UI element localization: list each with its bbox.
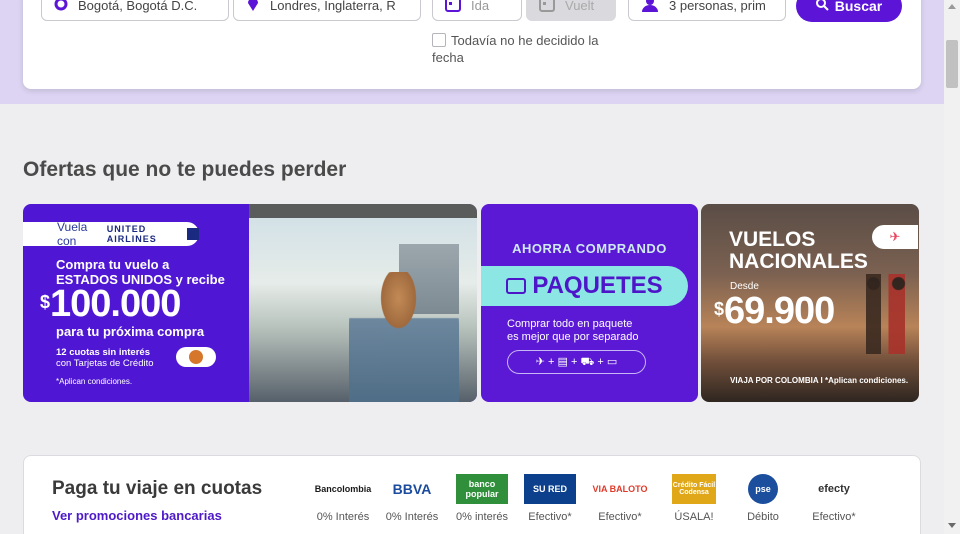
national-flights-title: VUELOS NACIONALES bbox=[729, 229, 868, 273]
united-cuotas-2: con Tarjetas de Crédito bbox=[56, 358, 154, 369]
payment-method: pse Débito bbox=[731, 474, 795, 523]
return-placeholder: Vuelt bbox=[565, 0, 595, 13]
payment-method: Crédito Fácil Codensa ÚSALA! bbox=[662, 474, 726, 523]
united-tag: Vuela con UNITED AIRLINES bbox=[23, 220, 199, 248]
calendar-icon bbox=[539, 0, 555, 15]
payment-logo: pse bbox=[748, 474, 778, 504]
scroll-down-arrow-icon[interactable] bbox=[948, 523, 956, 528]
united-airlines-logo: UNITED AIRLINES bbox=[106, 224, 157, 244]
national-currency: $ bbox=[714, 299, 725, 319]
suitcase-icon bbox=[506, 278, 527, 294]
united-offer-banner[interactable]: Vuela con UNITED AIRLINES Compra tu vuel… bbox=[23, 204, 477, 402]
offers-section-title: Ofertas que no te puedes perder bbox=[23, 158, 347, 181]
payment-label: ÚSALA! bbox=[674, 511, 714, 523]
packages-components-icons: ✈ + ▤ + ⛟ + ▭ bbox=[507, 350, 646, 374]
national-footer: VIAJA POR COLOMBIA I *Aplican condicione… bbox=[730, 376, 909, 385]
scrollbar-thumb[interactable] bbox=[946, 40, 958, 88]
payment-logo: Bancolombia bbox=[314, 484, 372, 494]
search-button[interactable]: Buscar bbox=[796, 0, 902, 22]
packages-text-2: es mejor que por separado bbox=[507, 331, 639, 343]
destination-input[interactable]: Londres, Inglaterra, R bbox=[233, 0, 421, 21]
packages-heading: AHORRA COMPRANDO bbox=[512, 241, 667, 256]
payment-logo: efecty bbox=[818, 483, 850, 495]
packages-text-1: Comprar todo en paquete bbox=[507, 318, 633, 330]
payment-label: Débito bbox=[747, 511, 779, 523]
traveler-photo bbox=[249, 204, 477, 402]
payment-method: banco popular 0% interés bbox=[450, 474, 514, 523]
passengers-input[interactable]: 3 personas, prim bbox=[628, 0, 786, 21]
origin-input[interactable]: Bogotá, Bogotá D.C. bbox=[41, 0, 229, 21]
packages-title: PAQUETES bbox=[532, 272, 663, 299]
scroll-up-arrow-icon[interactable] bbox=[948, 4, 956, 9]
bank-promotions-link[interactable]: Ver promociones bancarias bbox=[52, 508, 222, 523]
packages-offer-banner[interactable]: AHORRA COMPRANDO PAQUETES Comprar todo e… bbox=[481, 204, 698, 402]
departure-placeholder: Ida bbox=[471, 0, 490, 13]
national-price: $69.900 bbox=[714, 290, 835, 333]
passengers-value: 3 personas, prim bbox=[669, 0, 766, 13]
payments-card: Paga tu viaje en cuotas Ver promociones … bbox=[23, 455, 921, 534]
united-amount-value: 100.000 bbox=[50, 283, 181, 325]
undecided-label: Todavía no he decidido la fecha bbox=[432, 33, 599, 65]
payment-label: 0% Interés bbox=[316, 511, 370, 523]
national-title-2: NACIONALES bbox=[729, 250, 868, 273]
payment-method: VIA BALOTO Efectivo* bbox=[588, 474, 652, 523]
search-card: Bogotá, Bogotá D.C. Londres, Inglaterra,… bbox=[23, 0, 921, 89]
departure-date-input[interactable]: Ida bbox=[432, 0, 522, 21]
search-band: Bogotá, Bogotá D.C. Londres, Inglaterra,… bbox=[0, 0, 944, 104]
page-scrollbar[interactable] bbox=[944, 0, 960, 534]
person-shape bbox=[349, 272, 459, 402]
search-button-label: Buscar bbox=[834, 0, 883, 14]
united-globe-icon bbox=[187, 228, 199, 240]
payment-logo: banco popular bbox=[456, 474, 508, 504]
united-line-1: Compra tu vuelo a bbox=[56, 257, 170, 272]
national-title-1: VUELOS bbox=[729, 228, 816, 251]
payment-method: SU RED Efectivo* bbox=[518, 474, 582, 523]
payment-label: 0% interés bbox=[456, 511, 508, 523]
search-icon bbox=[815, 0, 829, 14]
payment-label: Efectivo* bbox=[812, 511, 856, 523]
packages-text: Comprar todo en paquete es mejor que por… bbox=[507, 318, 638, 344]
couple-silhouette bbox=[861, 274, 911, 354]
undecided-date-option[interactable]: Todavía no he decidido la fecha bbox=[432, 32, 622, 66]
united-cuotas-1: 12 cuotas sin interés bbox=[56, 347, 150, 358]
payment-label: Efectivo* bbox=[528, 511, 572, 523]
payment-logo: Crédito Fácil Codensa bbox=[672, 474, 716, 504]
person-icon bbox=[641, 0, 659, 15]
payment-method: efecty Efectivo* bbox=[802, 474, 866, 523]
return-date-input[interactable]: Vuelt bbox=[526, 0, 616, 21]
payment-label: 0% Interés bbox=[385, 511, 439, 523]
destination-value: Londres, Inglaterra, R bbox=[270, 0, 396, 13]
united-conditions: *Aplican condiciones. bbox=[56, 377, 133, 386]
payment-logo: BBVA bbox=[392, 481, 432, 497]
payment-label: Efectivo* bbox=[598, 511, 642, 523]
united-amount: $100.000 bbox=[40, 283, 181, 326]
payment-method: Bancolombia 0% Interés bbox=[311, 474, 375, 523]
united-tag-label: Vuela con bbox=[57, 220, 88, 248]
national-price-value: 69.900 bbox=[724, 290, 835, 332]
national-flights-banner[interactable]: VUELOS NACIONALES ✈ Desde $69.900 VIAJA … bbox=[701, 204, 919, 402]
payment-logo: VIA BALOTO bbox=[592, 484, 648, 494]
united-line-3: para tu próxima compra bbox=[56, 324, 205, 339]
payment-logo: SU RED bbox=[524, 474, 576, 504]
payment-method: BBVA 0% Interés bbox=[380, 474, 444, 523]
packages-pill: PAQUETES bbox=[481, 266, 688, 306]
gold-card-badge bbox=[176, 347, 216, 367]
united-currency: $ bbox=[40, 292, 51, 312]
gold-card-icon bbox=[189, 350, 203, 364]
origin-value: Bogotá, Bogotá D.C. bbox=[78, 0, 198, 13]
undecided-checkbox[interactable] bbox=[432, 33, 446, 47]
airplane-icon: ✈ bbox=[872, 225, 918, 249]
payments-title: Paga tu viaje en cuotas bbox=[52, 478, 263, 499]
origin-circle-icon bbox=[54, 0, 68, 14]
location-pin-icon bbox=[246, 0, 260, 15]
calendar-icon bbox=[445, 0, 461, 15]
united-cuotas: 12 cuotas sin interés con Tarjetas de Cr… bbox=[56, 347, 154, 369]
